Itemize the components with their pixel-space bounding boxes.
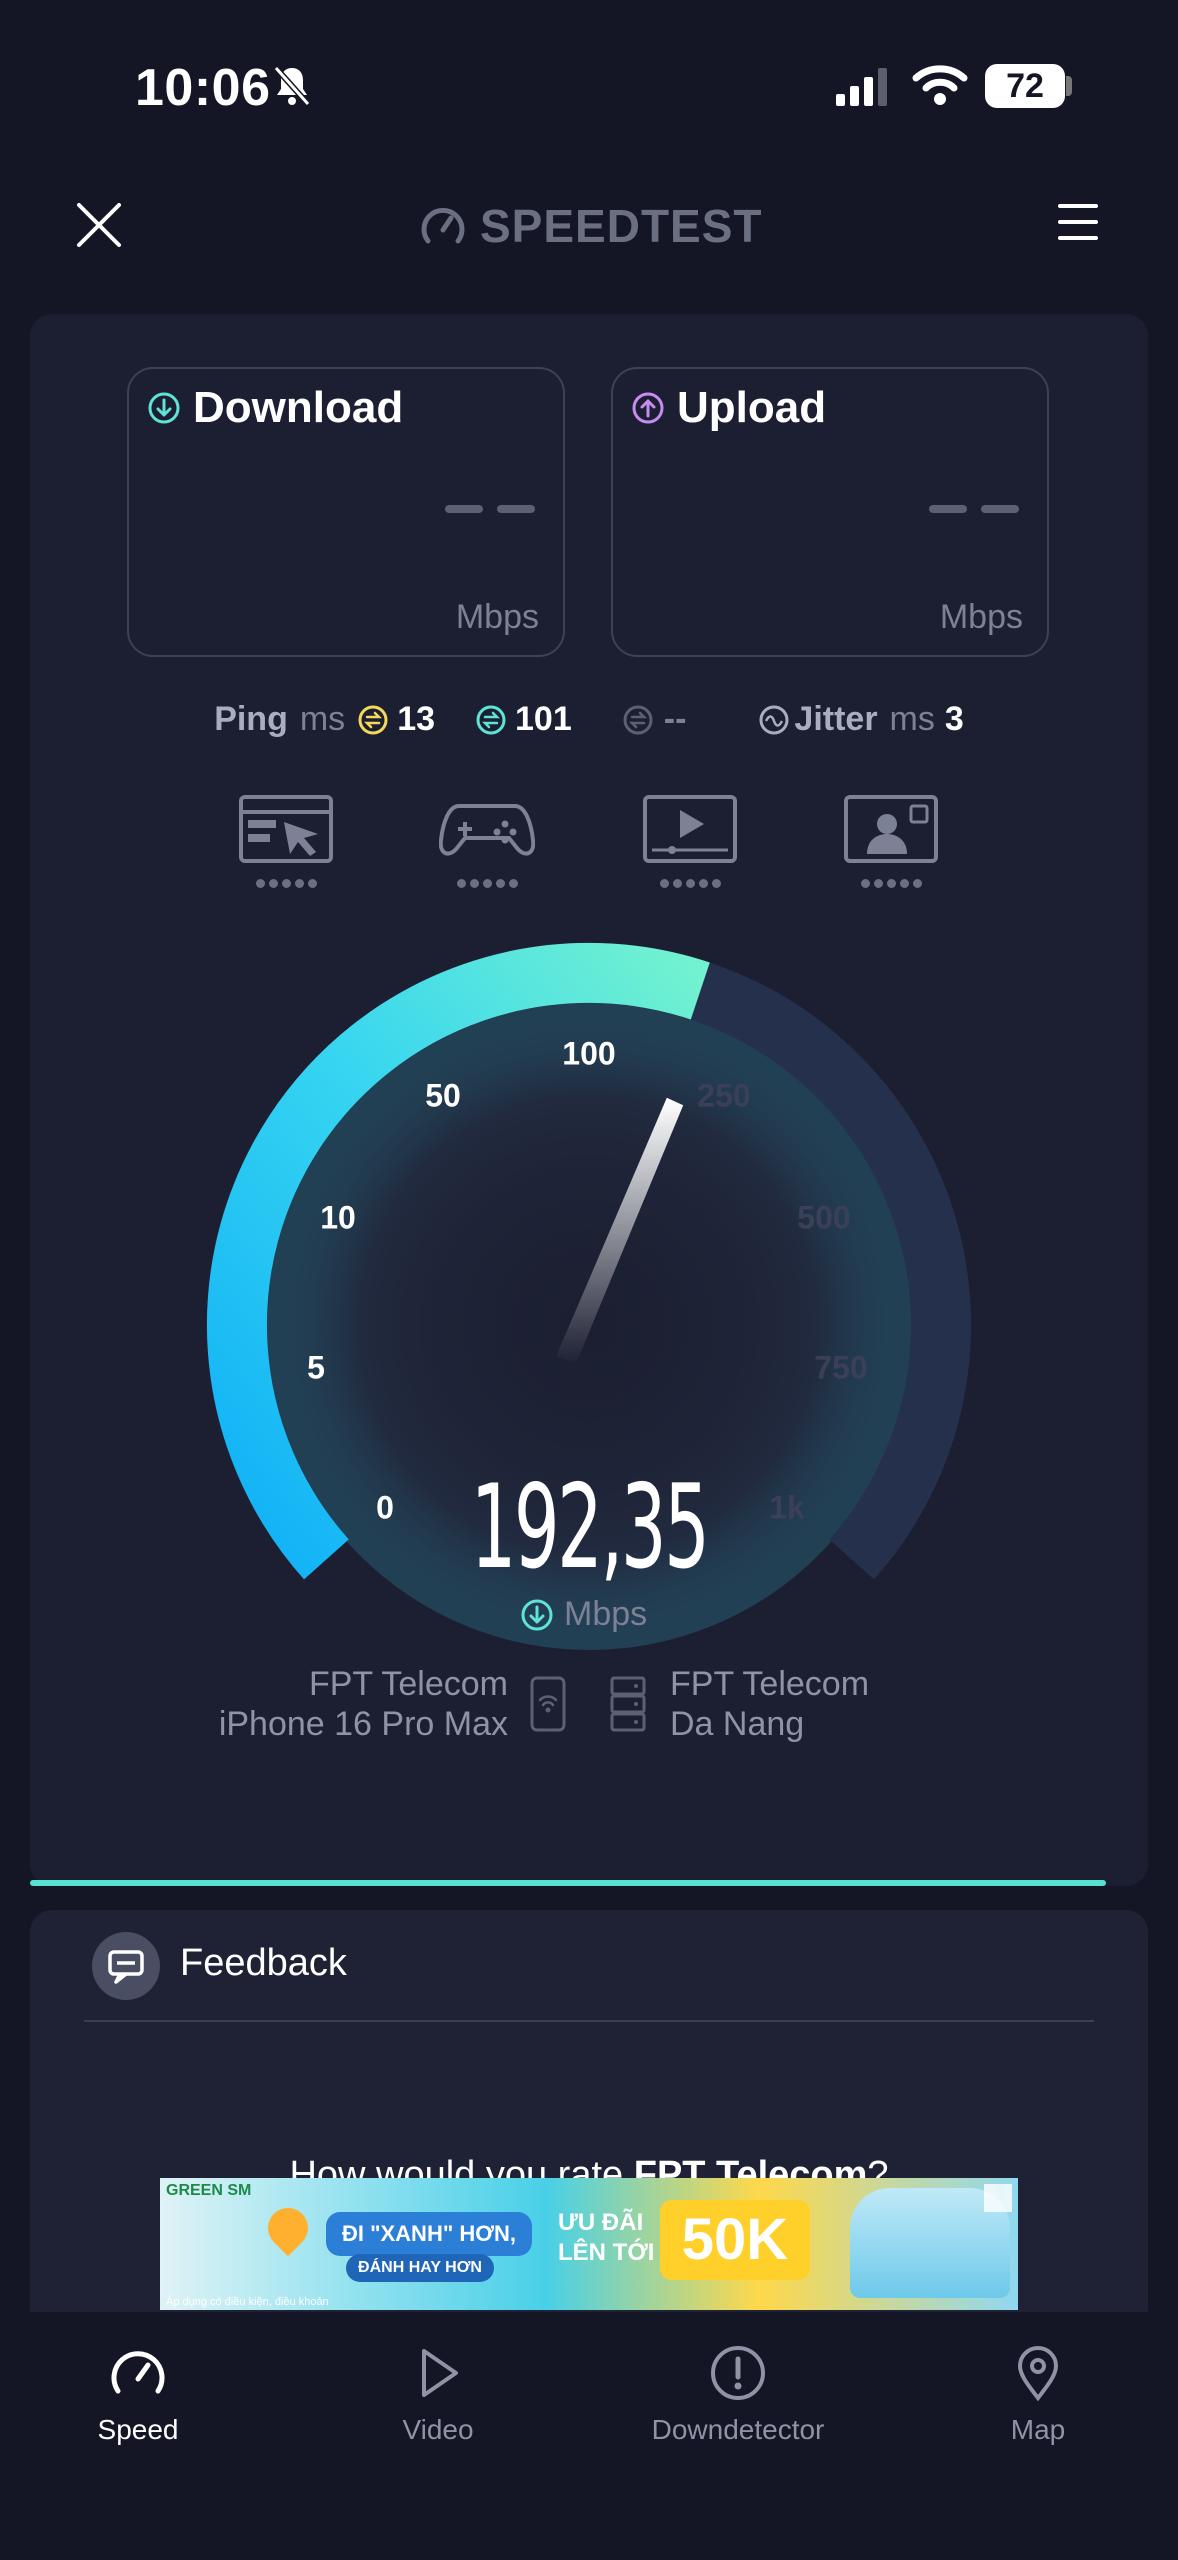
- alert-icon: [710, 2345, 765, 2400]
- nav-item-downdetector[interactable]: Downdetector: [628, 2345, 848, 2446]
- nav-item-speed[interactable]: Speed: [28, 2345, 248, 2446]
- nav-label-speed: Speed: [97, 2414, 179, 2445]
- server-location: Da Nang: [670, 1705, 805, 1743]
- client-info[interactable]: FPT Telecom iPhone 16 Pro Max: [219, 1664, 508, 1744]
- server-icon: [610, 1676, 646, 1732]
- play-icon: [422, 2349, 458, 2397]
- feedback-title: Feedback: [180, 1942, 347, 1984]
- current-speed-value: 192,35: [470, 1460, 710, 1595]
- test-progress-bar: [30, 1880, 1106, 1886]
- gauge-label-50: 50: [425, 1077, 461, 1114]
- speed-unit: Mbps: [520, 1595, 647, 1634]
- nav-label-downdetector: Downdetector: [651, 2414, 825, 2445]
- ad-pill-2: ĐÁNH HAY HƠN: [346, 2254, 494, 2282]
- nav-item-video[interactable]: Video: [328, 2345, 548, 2446]
- ad-amount: 50K: [660, 2200, 810, 2280]
- server-isp: FPT Telecom: [670, 1665, 870, 1703]
- gauge-label-100: 100: [562, 1035, 616, 1072]
- nav-label-video: Video: [402, 2414, 474, 2445]
- gauge-label-250: 250: [697, 1077, 751, 1114]
- feedback-icon: [92, 1932, 160, 2000]
- gauge-label-5: 5: [307, 1349, 325, 1386]
- speedometer-icon: [111, 2351, 165, 2394]
- feedback-divider: [84, 2020, 1094, 2022]
- ad-choices-icon[interactable]: [984, 2184, 1012, 2212]
- ad-banner[interactable]: GREEN SM ĐI "XANH" HƠN, ĐÁNH HAY HƠN ƯU …: [160, 2178, 1018, 2310]
- ad-footnote: Áp dụng có điều kiện, điều khoản: [166, 2296, 329, 2308]
- nav-label-map: Map: [1010, 2414, 1066, 2445]
- download-arrow-icon: [521, 1599, 553, 1630]
- phone-wifi-icon: [530, 1676, 566, 1732]
- gauge-label-10: 10: [320, 1199, 356, 1236]
- map-pin-icon: [1017, 2346, 1059, 2402]
- gauge-label-750: 750: [814, 1349, 868, 1386]
- ad-brand: GREEN SM: [166, 2182, 252, 2199]
- ad-pin-icon: [259, 2199, 317, 2257]
- ad-offer: ƯU ĐÃI LÊN TỚI: [558, 2208, 654, 2268]
- client-isp: FPT Telecom: [308, 1665, 508, 1703]
- gauge-label-500: 500: [797, 1199, 851, 1236]
- client-device: iPhone 16 Pro Max: [218, 1705, 508, 1743]
- nav-item-map[interactable]: Map: [928, 2345, 1148, 2446]
- ad-pill-1: ĐI "XANH" HƠN,: [326, 2212, 532, 2256]
- ad-offer-1: ƯU ĐÃI: [558, 2209, 644, 2236]
- speed-unit-label: Mbps: [564, 1595, 648, 1633]
- server-info[interactable]: FPT Telecom Da Nang: [670, 1664, 869, 1744]
- ad-offer-2: LÊN TỚI: [558, 2239, 655, 2266]
